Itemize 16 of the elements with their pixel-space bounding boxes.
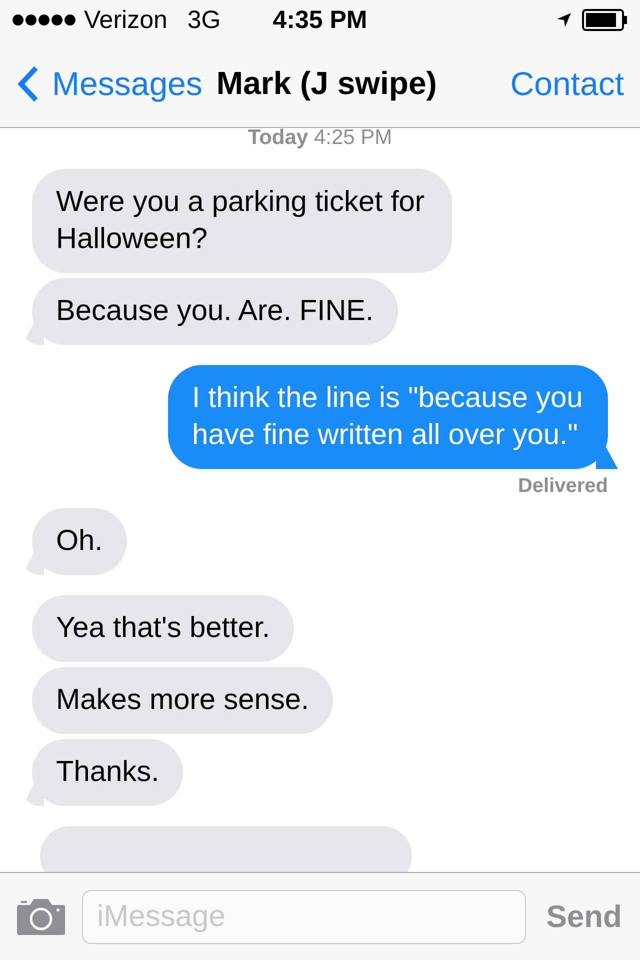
contact-button[interactable]: Contact: [510, 64, 624, 102]
network-type: 3G: [187, 6, 221, 34]
camera-icon[interactable]: [16, 898, 66, 936]
contact-title: Mark (J swipe): [216, 65, 437, 102]
delivery-status: Delivered: [518, 475, 608, 497]
received-message-bubble: Were you a parking ticket for Halloween?: [32, 169, 452, 273]
carrier-name: Verizon: [84, 6, 168, 34]
status-time: 4:35 PM: [272, 6, 368, 34]
timestamp: Today 4:25 PM: [248, 128, 392, 150]
back-button[interactable]: Messages: [16, 64, 202, 102]
location-icon: [556, 12, 572, 28]
received-message-bubble: Yea that's better.: [32, 595, 294, 662]
back-chevron-icon[interactable]: [16, 64, 40, 102]
received-message-bubble: Makes more sense.: [32, 667, 334, 734]
battery-icon: [582, 9, 628, 31]
signal-icon: [12, 13, 76, 27]
